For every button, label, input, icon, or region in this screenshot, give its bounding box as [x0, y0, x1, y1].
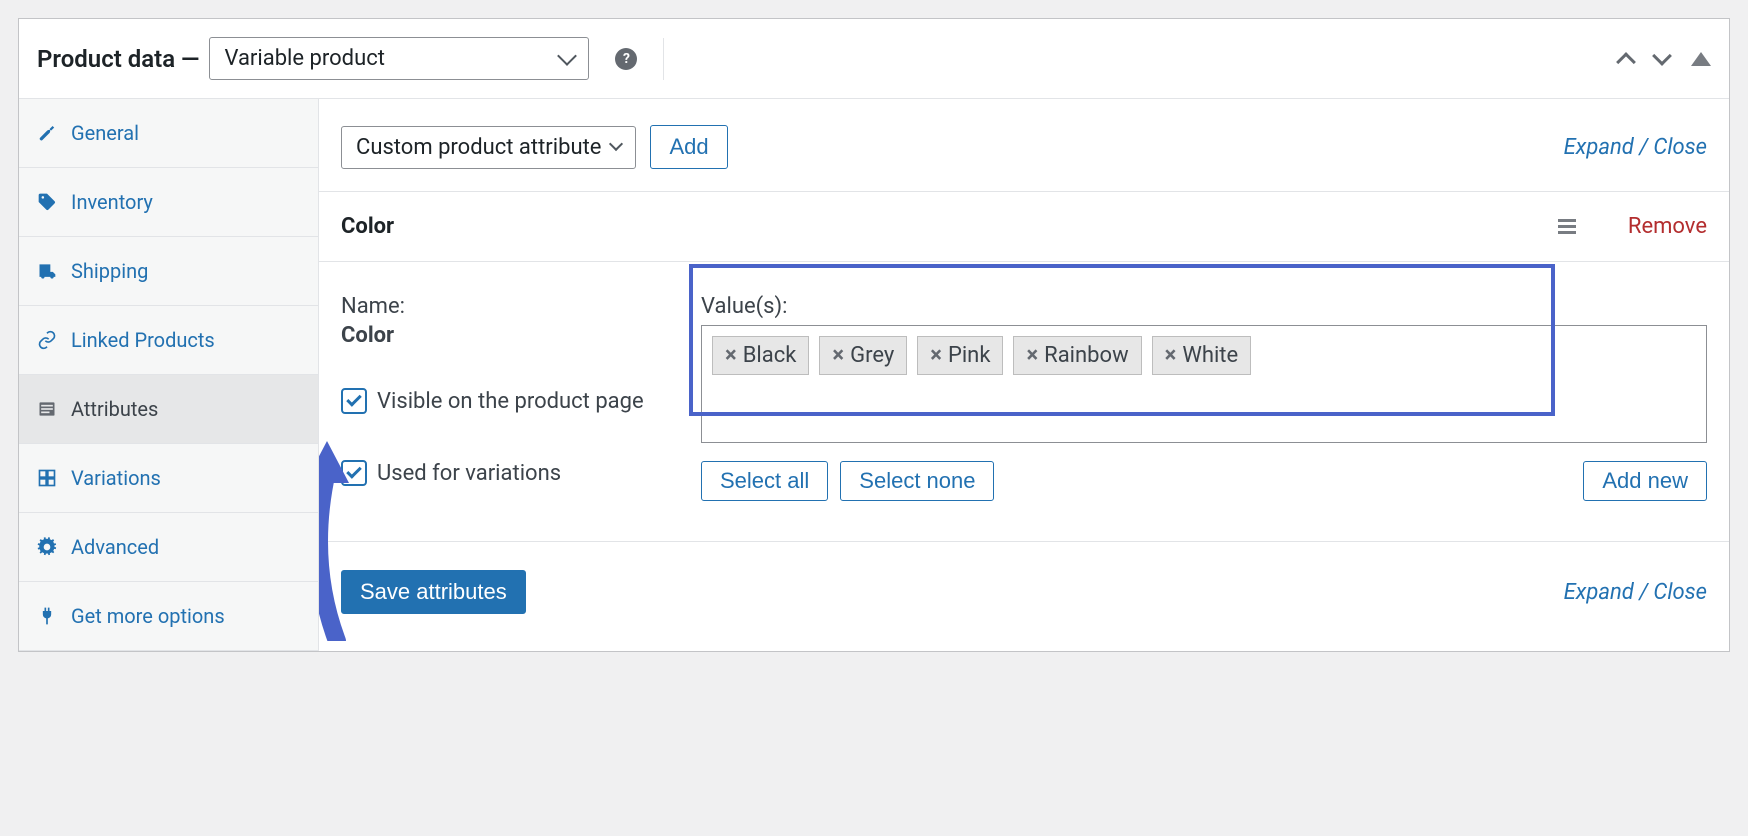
- gear-icon: [37, 537, 57, 557]
- product-data-panel: Product data — Variable product ? Genera…: [18, 18, 1730, 652]
- tab-general[interactable]: General: [19, 99, 318, 168]
- attribute-header[interactable]: Color Remove: [319, 192, 1729, 262]
- value-tag[interactable]: ×Black: [712, 336, 809, 375]
- panel-title: Product data —: [37, 45, 199, 73]
- save-attributes-button[interactable]: Save attributes: [341, 570, 526, 614]
- save-row: Save attributes Expand / Close: [319, 542, 1729, 642]
- panel-header: Product data — Variable product ?: [19, 19, 1729, 99]
- values-label: Value(s):: [701, 294, 1707, 319]
- attributes-top-row: Custom product attribute Add Expand / Cl…: [319, 99, 1729, 192]
- used-for-variations-label: Used for variations: [377, 461, 561, 486]
- visible-checkbox[interactable]: [341, 388, 367, 414]
- link-icon: [37, 330, 57, 350]
- attribute-body: Name: Color Visible on the product page …: [319, 262, 1729, 542]
- tab-label: Variations: [71, 466, 161, 490]
- name-value: Color: [341, 323, 701, 348]
- attribute-title: Color: [341, 214, 394, 239]
- panel-body: General Inventory Shipping Linked Produc…: [19, 99, 1729, 651]
- attribute-type-value: Custom product attribute: [356, 135, 601, 160]
- value-tag[interactable]: ×White: [1152, 336, 1252, 375]
- sidebar: General Inventory Shipping Linked Produc…: [19, 99, 319, 651]
- remove-tag-icon[interactable]: ×: [832, 343, 844, 368]
- value-tag[interactable]: ×Grey: [819, 336, 907, 375]
- value-tag-label: Pink: [948, 343, 991, 368]
- select-all-button[interactable]: Select all: [701, 461, 828, 501]
- drag-handle-icon[interactable]: [1558, 219, 1576, 234]
- value-tag[interactable]: ×Pink: [917, 336, 1003, 375]
- remove-tag-icon[interactable]: ×: [725, 343, 737, 368]
- tag-icon: [37, 192, 57, 212]
- chevron-down-icon: [609, 137, 623, 151]
- attribute-right-column: Value(s): ×Black×Grey×Pink×Rainbow×White…: [701, 294, 1707, 501]
- truck-icon: [37, 261, 57, 281]
- value-tag[interactable]: ×Rainbow: [1013, 336, 1141, 375]
- name-label: Name:: [341, 294, 701, 319]
- tab-advanced[interactable]: Advanced: [19, 513, 318, 582]
- select-none-button[interactable]: Select none: [840, 461, 994, 501]
- tab-variations[interactable]: Variations: [19, 444, 318, 513]
- tab-label: Advanced: [71, 535, 159, 559]
- remove-tag-icon[interactable]: ×: [1026, 343, 1038, 368]
- move-down-button[interactable]: [1652, 46, 1672, 66]
- tab-label: Shipping: [71, 259, 148, 283]
- tab-attributes[interactable]: Attributes: [19, 375, 318, 444]
- attribute-type-select[interactable]: Custom product attribute: [341, 126, 636, 169]
- attribute-left-column: Name: Color Visible on the product page …: [341, 294, 701, 501]
- help-icon[interactable]: ?: [615, 48, 637, 70]
- chevron-down-icon: [558, 46, 578, 66]
- visible-check-row: Visible on the product page: [341, 388, 701, 414]
- value-tag-label: Grey: [850, 343, 894, 368]
- tab-linked-products[interactable]: Linked Products: [19, 306, 318, 375]
- tab-get-more-options[interactable]: Get more options: [19, 582, 318, 651]
- visible-label: Visible on the product page: [377, 389, 644, 414]
- tab-label: Get more options: [71, 604, 225, 628]
- grid-icon: [37, 468, 57, 488]
- tab-shipping[interactable]: Shipping: [19, 237, 318, 306]
- wrench-icon: [37, 123, 57, 143]
- move-up-button[interactable]: [1616, 52, 1636, 72]
- tab-inventory[interactable]: Inventory: [19, 168, 318, 237]
- values-input[interactable]: ×Black×Grey×Pink×Rainbow×White: [701, 325, 1707, 443]
- list-icon: [37, 399, 57, 419]
- values-actions: Select all Select none Add new: [701, 461, 1707, 501]
- value-tag-label: Rainbow: [1044, 343, 1128, 368]
- remove-tag-icon[interactable]: ×: [1165, 343, 1177, 368]
- product-type-select[interactable]: Variable product: [209, 37, 589, 80]
- divider: [663, 38, 664, 80]
- remove-attribute-link[interactable]: Remove: [1628, 214, 1707, 239]
- plug-icon: [37, 606, 57, 626]
- tab-label: General: [71, 121, 139, 145]
- value-tag-label: White: [1182, 343, 1238, 368]
- tab-label: Attributes: [71, 397, 158, 421]
- attributes-main: Custom product attribute Add Expand / Cl…: [319, 99, 1729, 651]
- used-for-variations-checkbox[interactable]: [341, 460, 367, 486]
- collapse-toggle-button[interactable]: [1691, 52, 1711, 66]
- expand-close-link-bottom[interactable]: Expand / Close: [1564, 580, 1707, 605]
- tab-label: Linked Products: [71, 328, 215, 352]
- value-tag-label: Black: [743, 343, 797, 368]
- expand-close-link-top[interactable]: Expand / Close: [1564, 135, 1707, 160]
- variations-check-row: Used for variations: [341, 460, 701, 486]
- add-attribute-button[interactable]: Add: [650, 125, 727, 169]
- add-new-value-button[interactable]: Add new: [1583, 461, 1707, 501]
- remove-tag-icon[interactable]: ×: [930, 343, 942, 368]
- panel-header-controls: [1619, 52, 1711, 66]
- product-type-value: Variable product: [224, 46, 384, 71]
- tab-label: Inventory: [71, 190, 153, 214]
